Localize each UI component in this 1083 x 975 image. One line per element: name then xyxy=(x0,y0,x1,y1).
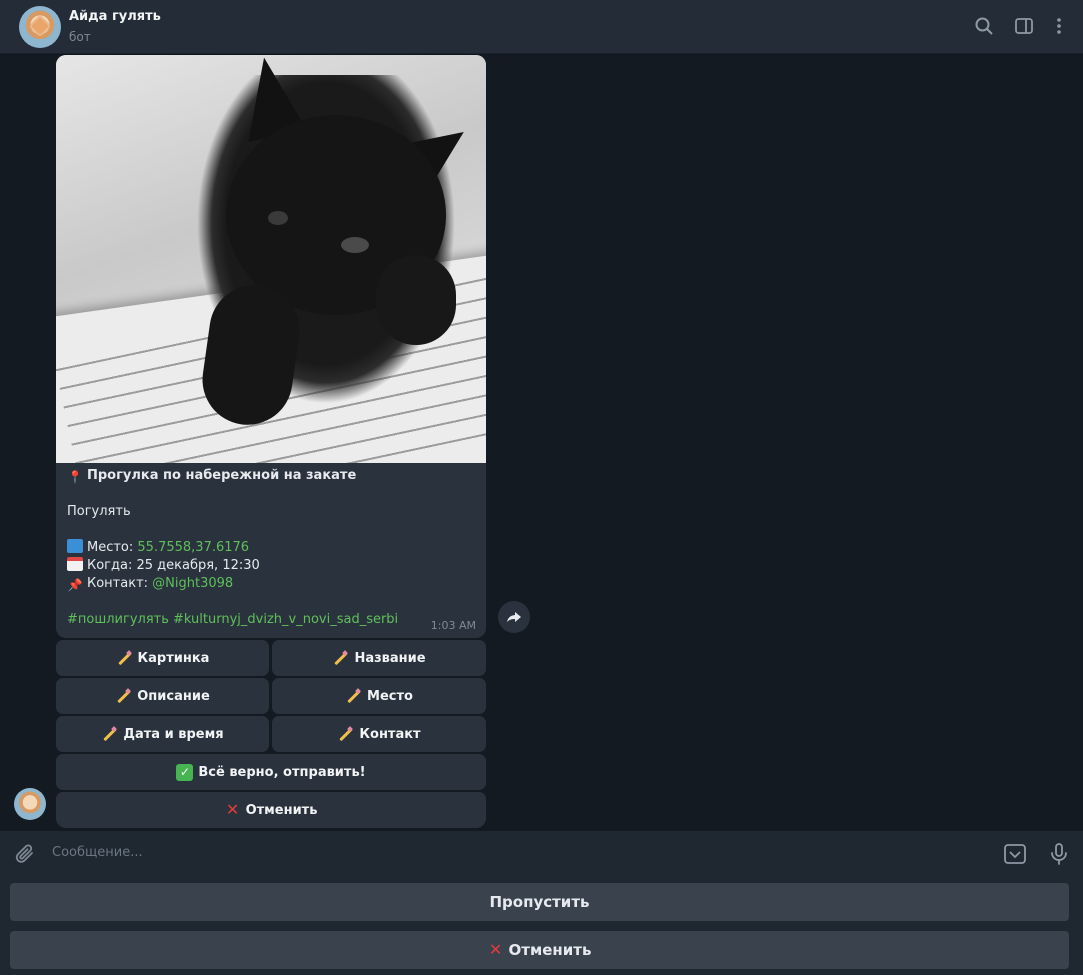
edit-picture-button[interactable]: Картинка xyxy=(56,640,269,676)
chat-header: Айда гулять бот xyxy=(0,0,1083,54)
edit-datetime-label: Дата и время xyxy=(123,726,224,742)
edit-description-label: Описание xyxy=(137,688,210,704)
keyboard-cancel-label: Отменить xyxy=(508,941,592,959)
skip-label: Пропустить xyxy=(489,893,590,911)
message-title: Прогулка по набережной на закате xyxy=(87,468,357,483)
pencil-icon xyxy=(345,689,361,703)
message-caption: 📍 Прогулка по набережной на закате Погуля… xyxy=(67,467,477,629)
pencil-icon xyxy=(101,727,117,741)
inline-cancel-label: Отменить xyxy=(245,802,318,818)
share-button[interactable] xyxy=(498,601,530,633)
chat-history[interactable]: 📍 Прогулка по набережной на закате Погуля… xyxy=(0,55,1083,831)
edit-place-button[interactable]: Место xyxy=(272,678,486,714)
message-input[interactable]: Сообщение... xyxy=(52,845,143,860)
more-menu-icon[interactable] xyxy=(1047,14,1071,38)
inline-cancel-button[interactable]: ✕ Отменить xyxy=(56,792,486,828)
chat-subtitle: бот xyxy=(69,30,91,44)
check-mark-icon: ✓ xyxy=(176,763,194,781)
contact-link[interactable]: @Night3098 xyxy=(152,576,233,591)
chat-avatar[interactable] xyxy=(19,6,61,48)
sidebar-toggle-icon[interactable] xyxy=(1012,14,1036,38)
forward-arrow-icon xyxy=(507,612,521,622)
pencil-icon xyxy=(115,689,131,703)
message-description: Погулять xyxy=(67,504,131,519)
search-icon[interactable] xyxy=(972,14,996,38)
message-composer: Сообщение... xyxy=(0,831,1083,877)
contact-label: Контакт: xyxy=(87,576,153,591)
message-bubble[interactable]: 📍 Прогулка по набережной на закате Погуля… xyxy=(56,55,486,638)
chat-title[interactable]: Айда гулять xyxy=(69,9,161,24)
edit-datetime-button[interactable]: Дата и время xyxy=(56,716,269,752)
confirm-send-label: Всё верно, отправить! xyxy=(198,764,366,780)
keyboard-cancel-button[interactable]: ✕ Отменить xyxy=(10,931,1069,969)
reply-keyboard: Пропустить ✕ Отменить xyxy=(0,877,1083,975)
skip-button[interactable]: Пропустить xyxy=(10,883,1069,921)
bot-avatar[interactable] xyxy=(14,788,46,820)
hashtags[interactable]: #пошлигулять #kulturnyj_dvizh_v_novi_sad… xyxy=(67,611,477,629)
pushpin-icon: 📌 xyxy=(67,578,83,592)
edit-contact-button[interactable]: Контакт xyxy=(272,716,486,752)
message-photo[interactable] xyxy=(56,55,486,463)
edit-description-button[interactable]: Описание xyxy=(56,678,269,714)
edit-place-label: Место xyxy=(367,688,413,704)
cross-mark-icon: ✕ xyxy=(488,940,503,959)
place-label: Место: xyxy=(87,540,138,555)
attach-icon[interactable] xyxy=(13,842,37,866)
calendar-icon xyxy=(67,557,83,571)
pencil-icon xyxy=(337,727,353,741)
cross-mark-icon: ✕ xyxy=(225,800,240,819)
confirm-send-button[interactable]: ✓ Всё верно, отправить! xyxy=(56,754,486,790)
bot-keyboard-icon[interactable] xyxy=(1003,842,1027,866)
edit-contact-label: Контакт xyxy=(359,726,421,742)
edit-picture-label: Картинка xyxy=(137,650,210,666)
place-link[interactable]: 55.7558,37.6176 xyxy=(137,540,249,555)
pencil-icon xyxy=(332,651,348,665)
round-pushpin-icon: 📍 xyxy=(67,470,83,484)
pencil-icon xyxy=(116,651,132,665)
message-time: 1:03 AM xyxy=(430,619,476,632)
mailbox-icon xyxy=(67,539,83,553)
when-label: Когда: 25 декабря, 12:30 xyxy=(87,558,260,573)
edit-name-label: Название xyxy=(354,650,426,666)
microphone-icon[interactable] xyxy=(1047,842,1071,866)
edit-name-button[interactable]: Название xyxy=(272,640,486,676)
